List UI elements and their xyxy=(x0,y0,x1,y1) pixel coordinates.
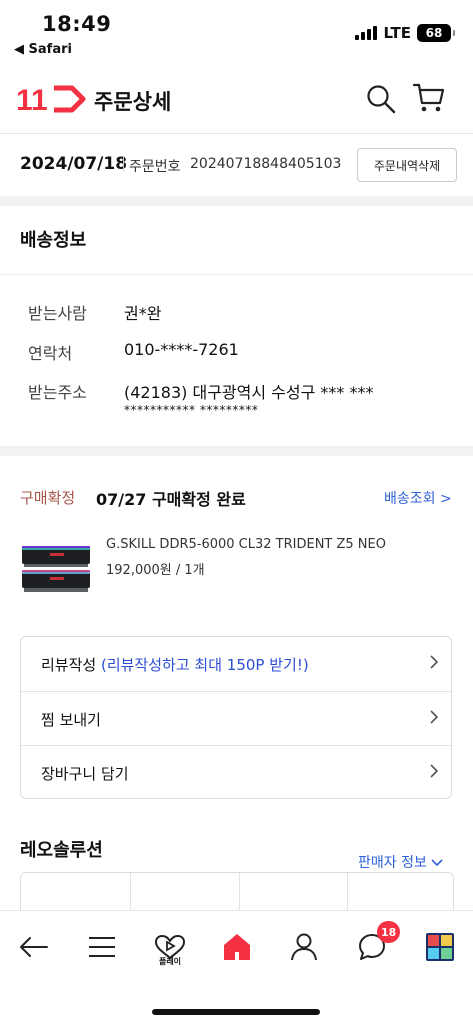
logo-text: 11 xyxy=(16,84,48,114)
page-title: 주문상세 xyxy=(94,90,172,114)
address-detail: *********** ********* xyxy=(124,403,259,417)
seller-shortcut-cards xyxy=(20,872,454,913)
recipient-value: 권*완 xyxy=(124,304,162,323)
order-number: 20240718848405103 xyxy=(190,156,342,172)
chevron-right-icon xyxy=(429,709,439,729)
bottom-navigation: 플레이 18 xyxy=(0,910,473,1024)
chevron-right-icon xyxy=(429,763,439,783)
app-header: 11 주문상세 xyxy=(0,64,473,134)
home-indicator xyxy=(152,1009,320,1015)
home-icon[interactable] xyxy=(217,927,257,967)
purchase-status-label: 구매확정 xyxy=(20,489,76,507)
back-arrow-icon[interactable] xyxy=(14,927,54,967)
add-to-cart-label: 장바구니 담기 xyxy=(41,765,129,783)
seller-info-label: 판매자 정보 xyxy=(358,855,427,871)
section-gap xyxy=(0,196,473,206)
chevron-down-icon xyxy=(431,859,443,867)
battery-icon: 68 xyxy=(417,24,455,42)
product-price: 192,000원 / 1개 xyxy=(106,563,205,578)
divider xyxy=(0,274,473,275)
delete-order-button[interactable]: 주문내역삭제 xyxy=(357,148,457,182)
send-wish-row[interactable]: 찜 보내기 xyxy=(21,692,451,746)
menu-icon[interactable] xyxy=(82,927,122,967)
send-wish-label: 찜 보내기 xyxy=(41,711,101,729)
chevron-right-icon xyxy=(429,654,439,674)
play-label: 플레이 xyxy=(158,957,182,966)
11st-logo[interactable]: 11 xyxy=(16,84,86,118)
shipping-section-title: 배송정보 xyxy=(20,230,87,251)
battery-level: 68 xyxy=(425,26,443,40)
contact-value: 010-****-7261 xyxy=(124,340,239,359)
order-summary-row: 2024/07/18 주문번호 20240718848405103 주문내역삭제 xyxy=(0,134,473,196)
recent-items-icon[interactable] xyxy=(420,927,460,967)
order-actions-list: 리뷰작성 (리뷰작성하고 최대 150P 받기!) 찜 보내기 장바구니 담기 xyxy=(20,636,452,799)
write-review-label: 리뷰작성 xyxy=(41,656,97,674)
purchase-status-text: 07/27 구매확정 완료 xyxy=(96,490,246,509)
back-to-safari-link[interactable]: ◀ Safari xyxy=(14,42,72,57)
track-delivery-link[interactable]: 배송조회 > xyxy=(384,488,452,508)
write-review-row[interactable]: 리뷰작성 (리뷰작성하고 최대 150P 받기!) xyxy=(21,637,451,691)
contact-label: 연락처 xyxy=(28,344,73,363)
order-number-label: 주문번호 xyxy=(129,159,181,175)
order-date: 2024/07/18 xyxy=(20,154,128,174)
status-bar: 18:49 ◀ Safari LTE 68 xyxy=(0,0,473,64)
chat-badge: 18 xyxy=(377,921,401,943)
section-gap xyxy=(0,446,473,456)
address-label: 받는주소 xyxy=(28,383,87,402)
add-to-cart-row[interactable]: 장바구니 담기 xyxy=(21,746,451,800)
my-page-icon[interactable] xyxy=(284,927,324,967)
network-label: LTE xyxy=(383,24,411,42)
divider xyxy=(123,157,124,171)
address-value: (42183) 대구광역시 수성구 *** *** xyxy=(124,383,374,402)
recipient-label: 받는사람 xyxy=(28,304,87,323)
signal-icon xyxy=(355,26,378,40)
product-image[interactable] xyxy=(22,540,92,598)
status-time: 18:49 xyxy=(42,12,112,36)
review-reward-hint: (리뷰작성하고 최대 150P 받기!) xyxy=(100,656,309,674)
search-icon[interactable] xyxy=(366,84,396,118)
seller-info-link[interactable]: 판매자 정보 xyxy=(358,852,443,872)
cart-icon[interactable] xyxy=(412,82,446,118)
seller-name[interactable]: 레오솔루션 xyxy=(20,836,103,862)
product-name[interactable]: G.SKILL DDR5-6000 CL32 TRIDENT Z5 NEO xyxy=(106,537,386,552)
